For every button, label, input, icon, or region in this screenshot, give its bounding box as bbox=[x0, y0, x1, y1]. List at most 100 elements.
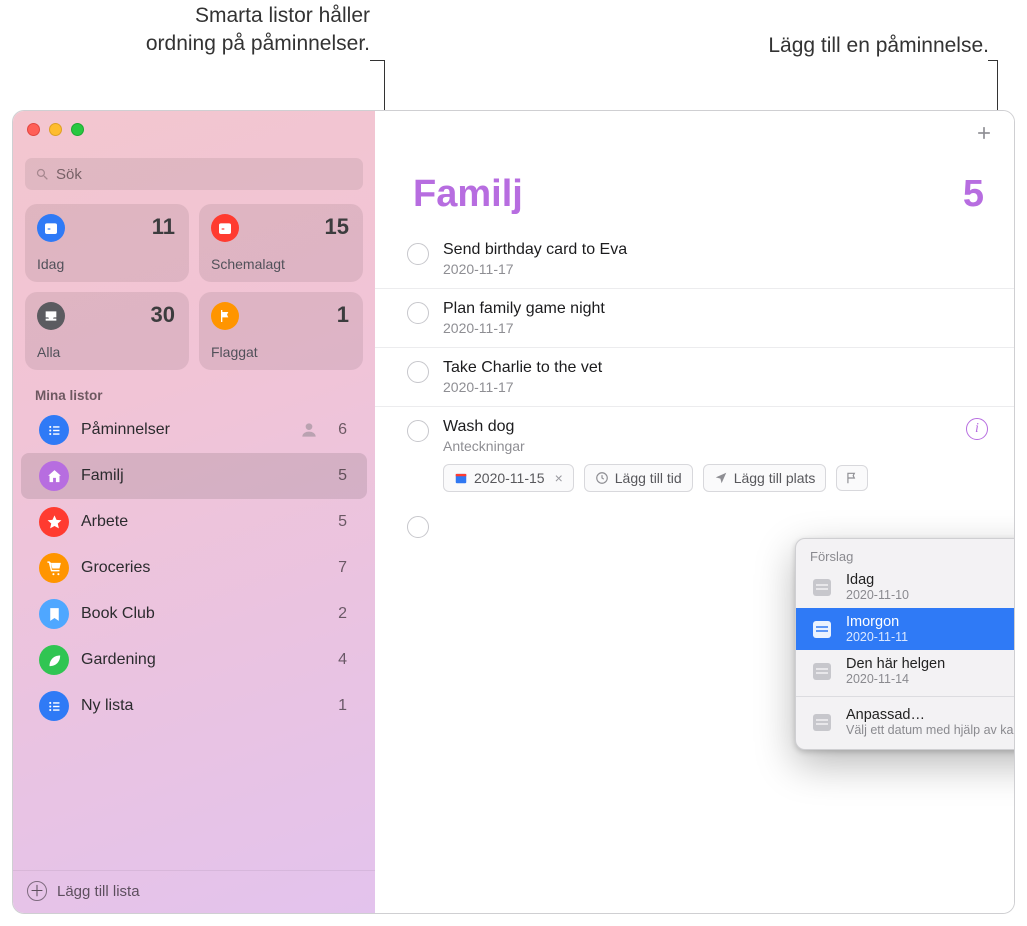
location-icon bbox=[714, 471, 728, 485]
sidebar-item-label: Familj bbox=[81, 467, 319, 485]
flag-icon bbox=[845, 471, 859, 485]
sidebar-item-arbete[interactable]: Arbete5 bbox=[21, 499, 367, 545]
add-reminder-button[interactable] bbox=[970, 119, 998, 147]
reminder-row[interactable]: Take Charlie to the vet 2020-11-17 bbox=[375, 348, 1014, 407]
calendar-icon bbox=[211, 214, 239, 242]
close-window-button[interactable] bbox=[27, 123, 40, 136]
popover-item-sub: Välj ett datum med hjälp av kalendern bbox=[846, 723, 1015, 737]
sidebar-item-label: Arbete bbox=[81, 513, 319, 531]
reminders-list: Send birthday card to Eva2020-11-17Plan … bbox=[375, 226, 1014, 407]
flag-chip[interactable] bbox=[836, 465, 868, 491]
smart-lists-grid: 11 Idag 15Schemalagt30Alla 1 Flaggat bbox=[13, 200, 375, 382]
search-input[interactable]: Sök bbox=[25, 158, 363, 190]
reminder-row-editing[interactable]: Wash dog Anteckningar 2020-11-15 × Lägg … bbox=[375, 407, 1014, 503]
sidebar-item-label: Groceries bbox=[81, 559, 319, 577]
reminder-date: 2020-11-17 bbox=[443, 379, 988, 395]
reminder-info-button[interactable]: i bbox=[966, 418, 988, 440]
smart-card-label: Flaggat bbox=[211, 344, 349, 360]
popover-item-sub: 2020-11-14 bbox=[846, 672, 945, 686]
sidebar-lists: Påminnelser6 Familj 5 Arbete5 Groceries 7 Book… bbox=[13, 407, 375, 870]
reminder-row[interactable]: Send birthday card to Eva2020-11-17 bbox=[375, 230, 1014, 289]
sidebar-item-count: 2 bbox=[331, 605, 347, 623]
shared-icon bbox=[299, 420, 319, 440]
traffic-lights bbox=[13, 111, 375, 136]
bookmark-icon bbox=[39, 599, 69, 629]
reminder-checkbox[interactable] bbox=[407, 420, 429, 442]
smart-card-label: Schemalagt bbox=[211, 256, 349, 272]
clear-date-button[interactable]: × bbox=[555, 470, 563, 486]
popover-item[interactable]: Idag2020-11-10 bbox=[796, 566, 1015, 608]
search-placeholder: Sök bbox=[56, 166, 82, 183]
sidebar-item-gardening[interactable]: Gardening 4 bbox=[21, 637, 367, 683]
date-chip-label: 2020-11-15 bbox=[474, 470, 545, 486]
popover-item-title: Den här helgen bbox=[846, 656, 945, 672]
list-icon bbox=[39, 691, 69, 721]
plus-icon: ＋ bbox=[27, 881, 47, 901]
calendar-icon bbox=[810, 659, 834, 683]
smart-card-label: Idag bbox=[37, 256, 175, 272]
date-suggestions-popover: Förslag Idag2020-11-10Imorgon2020-11-11D… bbox=[795, 538, 1015, 750]
reminder-title-input[interactable]: Wash dog bbox=[443, 418, 952, 436]
sidebar-item-count: 1 bbox=[331, 697, 347, 715]
page-count: 5 bbox=[963, 173, 984, 216]
reminder-date: 2020-11-17 bbox=[443, 320, 988, 336]
calendar-icon bbox=[37, 214, 65, 242]
reminder-checkbox[interactable] bbox=[407, 243, 429, 265]
reminder-checkbox[interactable] bbox=[407, 302, 429, 324]
search-icon bbox=[35, 167, 50, 182]
sidebar-section-header: Mina listor bbox=[13, 382, 375, 407]
smart-card-count: 30 bbox=[151, 302, 175, 328]
home-icon bbox=[39, 461, 69, 491]
date-chip[interactable]: 2020-11-15 × bbox=[443, 464, 574, 492]
sidebar-item-groceries[interactable]: Groceries 7 bbox=[21, 545, 367, 591]
reminder-title: Take Charlie to the vet bbox=[443, 359, 988, 377]
smart-card-schemalagt[interactable]: 15Schemalagt bbox=[199, 204, 363, 282]
time-chip[interactable]: Lägg till tid bbox=[584, 464, 693, 492]
sidebar-item-ny-lista[interactable]: Ny lista1 bbox=[21, 683, 367, 729]
popover-header: Förslag bbox=[796, 543, 1015, 566]
sidebar-item-count: 7 bbox=[331, 559, 347, 577]
reminder-title: Send birthday card to Eva bbox=[443, 241, 988, 259]
minimize-window-button[interactable] bbox=[49, 123, 62, 136]
time-chip-label: Lägg till tid bbox=[615, 470, 682, 486]
add-list-label: Lägg till lista bbox=[57, 883, 140, 900]
callout-add-reminder: Lägg till en påminnelse. bbox=[768, 34, 989, 58]
place-chip[interactable]: Lägg till plats bbox=[703, 464, 827, 492]
sidebar-item-påminnelser[interactable]: Påminnelser6 bbox=[21, 407, 367, 453]
reminder-notes-input[interactable]: Anteckningar bbox=[443, 438, 952, 454]
plus-icon bbox=[974, 123, 994, 143]
leaf-icon bbox=[39, 645, 69, 675]
sidebar-item-familj[interactable]: Familj 5 bbox=[21, 453, 367, 499]
star-icon bbox=[39, 507, 69, 537]
reminder-checkbox[interactable] bbox=[407, 361, 429, 383]
reminder-checkbox[interactable] bbox=[407, 516, 429, 538]
smart-card-idag[interactable]: 11 Idag bbox=[25, 204, 189, 282]
smart-card-count: 11 bbox=[152, 214, 175, 240]
smart-card-alla[interactable]: 30Alla bbox=[25, 292, 189, 370]
main-content: Familj 5 Send birthday card to Eva2020-1… bbox=[375, 111, 1014, 913]
place-chip-label: Lägg till plats bbox=[734, 470, 816, 486]
sidebar-item-label: Gardening bbox=[81, 651, 319, 669]
popover-item-custom[interactable]: Anpassad… Välj ett datum med hjälp av ka… bbox=[796, 701, 1015, 743]
reminder-row[interactable]: Plan family game night 2020-11-17 bbox=[375, 289, 1014, 348]
reminder-title: Plan family game night bbox=[443, 300, 988, 318]
smart-card-flaggat[interactable]: 1 Flaggat bbox=[199, 292, 363, 370]
flag-icon bbox=[211, 302, 239, 330]
sidebar-item-book-club[interactable]: Book Club 2 bbox=[21, 591, 367, 637]
sidebar-item-count: 5 bbox=[331, 467, 347, 485]
list-icon bbox=[39, 415, 69, 445]
sidebar-item-label: Book Club bbox=[81, 605, 319, 623]
popover-item-sub: 2020-11-11 bbox=[846, 630, 908, 644]
calendar-icon bbox=[810, 710, 834, 734]
popover-item[interactable]: Imorgon2020-11-11 bbox=[796, 608, 1015, 650]
smart-card-count: 1 bbox=[337, 302, 349, 328]
add-list-button[interactable]: ＋ Lägg till lista bbox=[13, 870, 375, 913]
calendar-icon bbox=[810, 617, 834, 641]
calendar-icon bbox=[454, 471, 468, 485]
sidebar-item-count: 4 bbox=[331, 651, 347, 669]
popover-item[interactable]: Den här helgen2020-11-14 bbox=[796, 650, 1015, 692]
sidebar-item-label: Påminnelser bbox=[81, 421, 287, 439]
zoom-window-button[interactable] bbox=[71, 123, 84, 136]
callout-smart-lists: Smarta listor håller ordning på påminnel… bbox=[70, 2, 370, 59]
app-window: Sök 11Idag15Schemalagt30Alla1Flaggat Min… bbox=[12, 110, 1015, 914]
